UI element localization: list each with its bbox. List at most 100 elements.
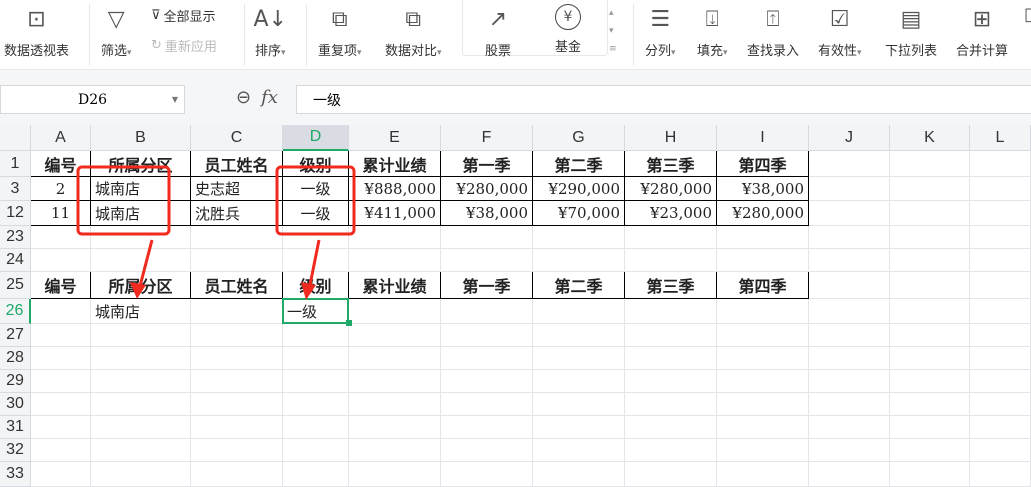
cell-J30[interactable] xyxy=(809,393,890,416)
cell-B3[interactable]: 城南店 xyxy=(91,177,191,201)
cell-A28[interactable] xyxy=(31,347,91,370)
cell-A33[interactable] xyxy=(31,462,91,487)
cell-B1[interactable]: 所属分区 xyxy=(91,151,191,177)
cell-J29[interactable] xyxy=(809,370,890,393)
cell-G1[interactable]: 第二季 xyxy=(533,151,625,177)
cell-L28[interactable] xyxy=(970,347,1031,370)
cell-H25[interactable]: 第三季 xyxy=(625,272,717,299)
cell-B23[interactable] xyxy=(91,226,191,249)
cell-L26[interactable] xyxy=(970,299,1031,324)
zoom-formula-icon[interactable]: ⊖ xyxy=(236,87,251,108)
cell-K12[interactable] xyxy=(890,201,970,226)
cell-D29[interactable] xyxy=(283,370,349,393)
cell-C26[interactable] xyxy=(191,299,283,324)
sort-button[interactable]: A↓ 排序▾ xyxy=(254,4,287,60)
cell-L25[interactable] xyxy=(970,272,1031,299)
validation-button[interactable]: ☑ 有效性▾ xyxy=(818,4,862,60)
cell-I24[interactable] xyxy=(717,249,809,272)
cell-G32[interactable] xyxy=(533,439,625,462)
cell-F33[interactable] xyxy=(441,462,533,487)
column-header-E[interactable]: E xyxy=(349,125,441,151)
column-header-A[interactable]: A xyxy=(31,125,91,151)
cell-J26[interactable] xyxy=(809,299,890,324)
cell-C29[interactable] xyxy=(191,370,283,393)
cell-A24[interactable] xyxy=(31,249,91,272)
cell-I25[interactable]: 第四季 xyxy=(717,272,809,299)
cell-E29[interactable] xyxy=(349,370,441,393)
cell-K1[interactable] xyxy=(890,151,970,177)
cell-D3[interactable]: 一级 xyxy=(283,177,349,201)
cell-I3[interactable]: ¥38,000 xyxy=(717,177,809,201)
column-header-F[interactable]: F xyxy=(441,125,533,151)
cell-C25[interactable]: 员工姓名 xyxy=(191,272,283,299)
cell-K25[interactable] xyxy=(890,272,970,299)
cell-F12[interactable]: ¥38,000 xyxy=(441,201,533,226)
pivot-table-button[interactable]: ⊡ 数据透视表 xyxy=(4,4,69,60)
cell-J32[interactable] xyxy=(809,439,890,462)
cell-K24[interactable] xyxy=(890,249,970,272)
row-header-31[interactable]: 31 xyxy=(0,416,31,439)
cell-D31[interactable] xyxy=(283,416,349,439)
cell-D32[interactable] xyxy=(283,439,349,462)
cell-B12[interactable]: 城南店 xyxy=(91,201,191,226)
cell-L23[interactable] xyxy=(970,226,1031,249)
cell-A23[interactable] xyxy=(31,226,91,249)
cell-F27[interactable] xyxy=(441,324,533,347)
cell-H33[interactable] xyxy=(625,462,717,487)
cell-E26[interactable] xyxy=(349,299,441,324)
cell-J28[interactable] xyxy=(809,347,890,370)
cell-A1[interactable]: 编号 xyxy=(31,151,91,177)
cell-G23[interactable] xyxy=(533,226,625,249)
cell-J31[interactable] xyxy=(809,416,890,439)
cell-K26[interactable] xyxy=(890,299,970,324)
column-header-D[interactable]: D xyxy=(283,125,349,151)
cell-J3[interactable] xyxy=(809,177,890,201)
cell-E33[interactable] xyxy=(349,462,441,487)
more-icon[interactable]: ▯ xyxy=(1024,4,1031,25)
cell-C31[interactable] xyxy=(191,416,283,439)
cell-L24[interactable] xyxy=(970,249,1031,272)
cell-E27[interactable] xyxy=(349,324,441,347)
cell-F3[interactable]: ¥280,000 xyxy=(441,177,533,201)
row-header-26[interactable]: 26 xyxy=(0,299,31,324)
cell-L3[interactable] xyxy=(970,177,1031,201)
cell-H28[interactable] xyxy=(625,347,717,370)
cell-J1[interactable] xyxy=(809,151,890,177)
split-columns-button[interactable]: ☰ 分列▾ xyxy=(645,4,676,60)
cell-E28[interactable] xyxy=(349,347,441,370)
cell-K33[interactable] xyxy=(890,462,970,487)
cell-F23[interactable] xyxy=(441,226,533,249)
cell-A31[interactable] xyxy=(31,416,91,439)
cell-H3[interactable]: ¥280,000 xyxy=(625,177,717,201)
row-header-27[interactable]: 27 xyxy=(0,324,31,347)
cell-J23[interactable] xyxy=(809,226,890,249)
cell-C30[interactable] xyxy=(191,393,283,416)
cell-E25[interactable]: 累计业绩 xyxy=(349,272,441,299)
cell-B32[interactable] xyxy=(91,439,191,462)
cell-E24[interactable] xyxy=(349,249,441,272)
cell-I1[interactable]: 第四季 xyxy=(717,151,809,177)
row-header-12[interactable]: 12 xyxy=(0,201,31,226)
cell-E12[interactable]: ¥411,000 xyxy=(349,201,441,226)
cell-B30[interactable] xyxy=(91,393,191,416)
cell-F28[interactable] xyxy=(441,347,533,370)
cell-I29[interactable] xyxy=(717,370,809,393)
cell-L33[interactable] xyxy=(970,462,1031,487)
cell-J12[interactable] xyxy=(809,201,890,226)
cell-K31[interactable] xyxy=(890,416,970,439)
cell-L31[interactable] xyxy=(970,416,1031,439)
cell-G31[interactable] xyxy=(533,416,625,439)
cell-F30[interactable] xyxy=(441,393,533,416)
gallery-scroll[interactable]: ▴ ▾ ≡ xyxy=(609,4,617,58)
cell-D23[interactable] xyxy=(283,226,349,249)
cell-E30[interactable] xyxy=(349,393,441,416)
cell-G25[interactable]: 第二季 xyxy=(533,272,625,299)
cell-F1[interactable]: 第一季 xyxy=(441,151,533,177)
cell-F31[interactable] xyxy=(441,416,533,439)
fx-icon[interactable]: fx xyxy=(261,87,278,108)
cell-D27[interactable] xyxy=(283,324,349,347)
cell-H26[interactable] xyxy=(625,299,717,324)
cell-D24[interactable] xyxy=(283,249,349,272)
cell-D28[interactable] xyxy=(283,347,349,370)
cell-A26[interactable] xyxy=(31,299,91,324)
